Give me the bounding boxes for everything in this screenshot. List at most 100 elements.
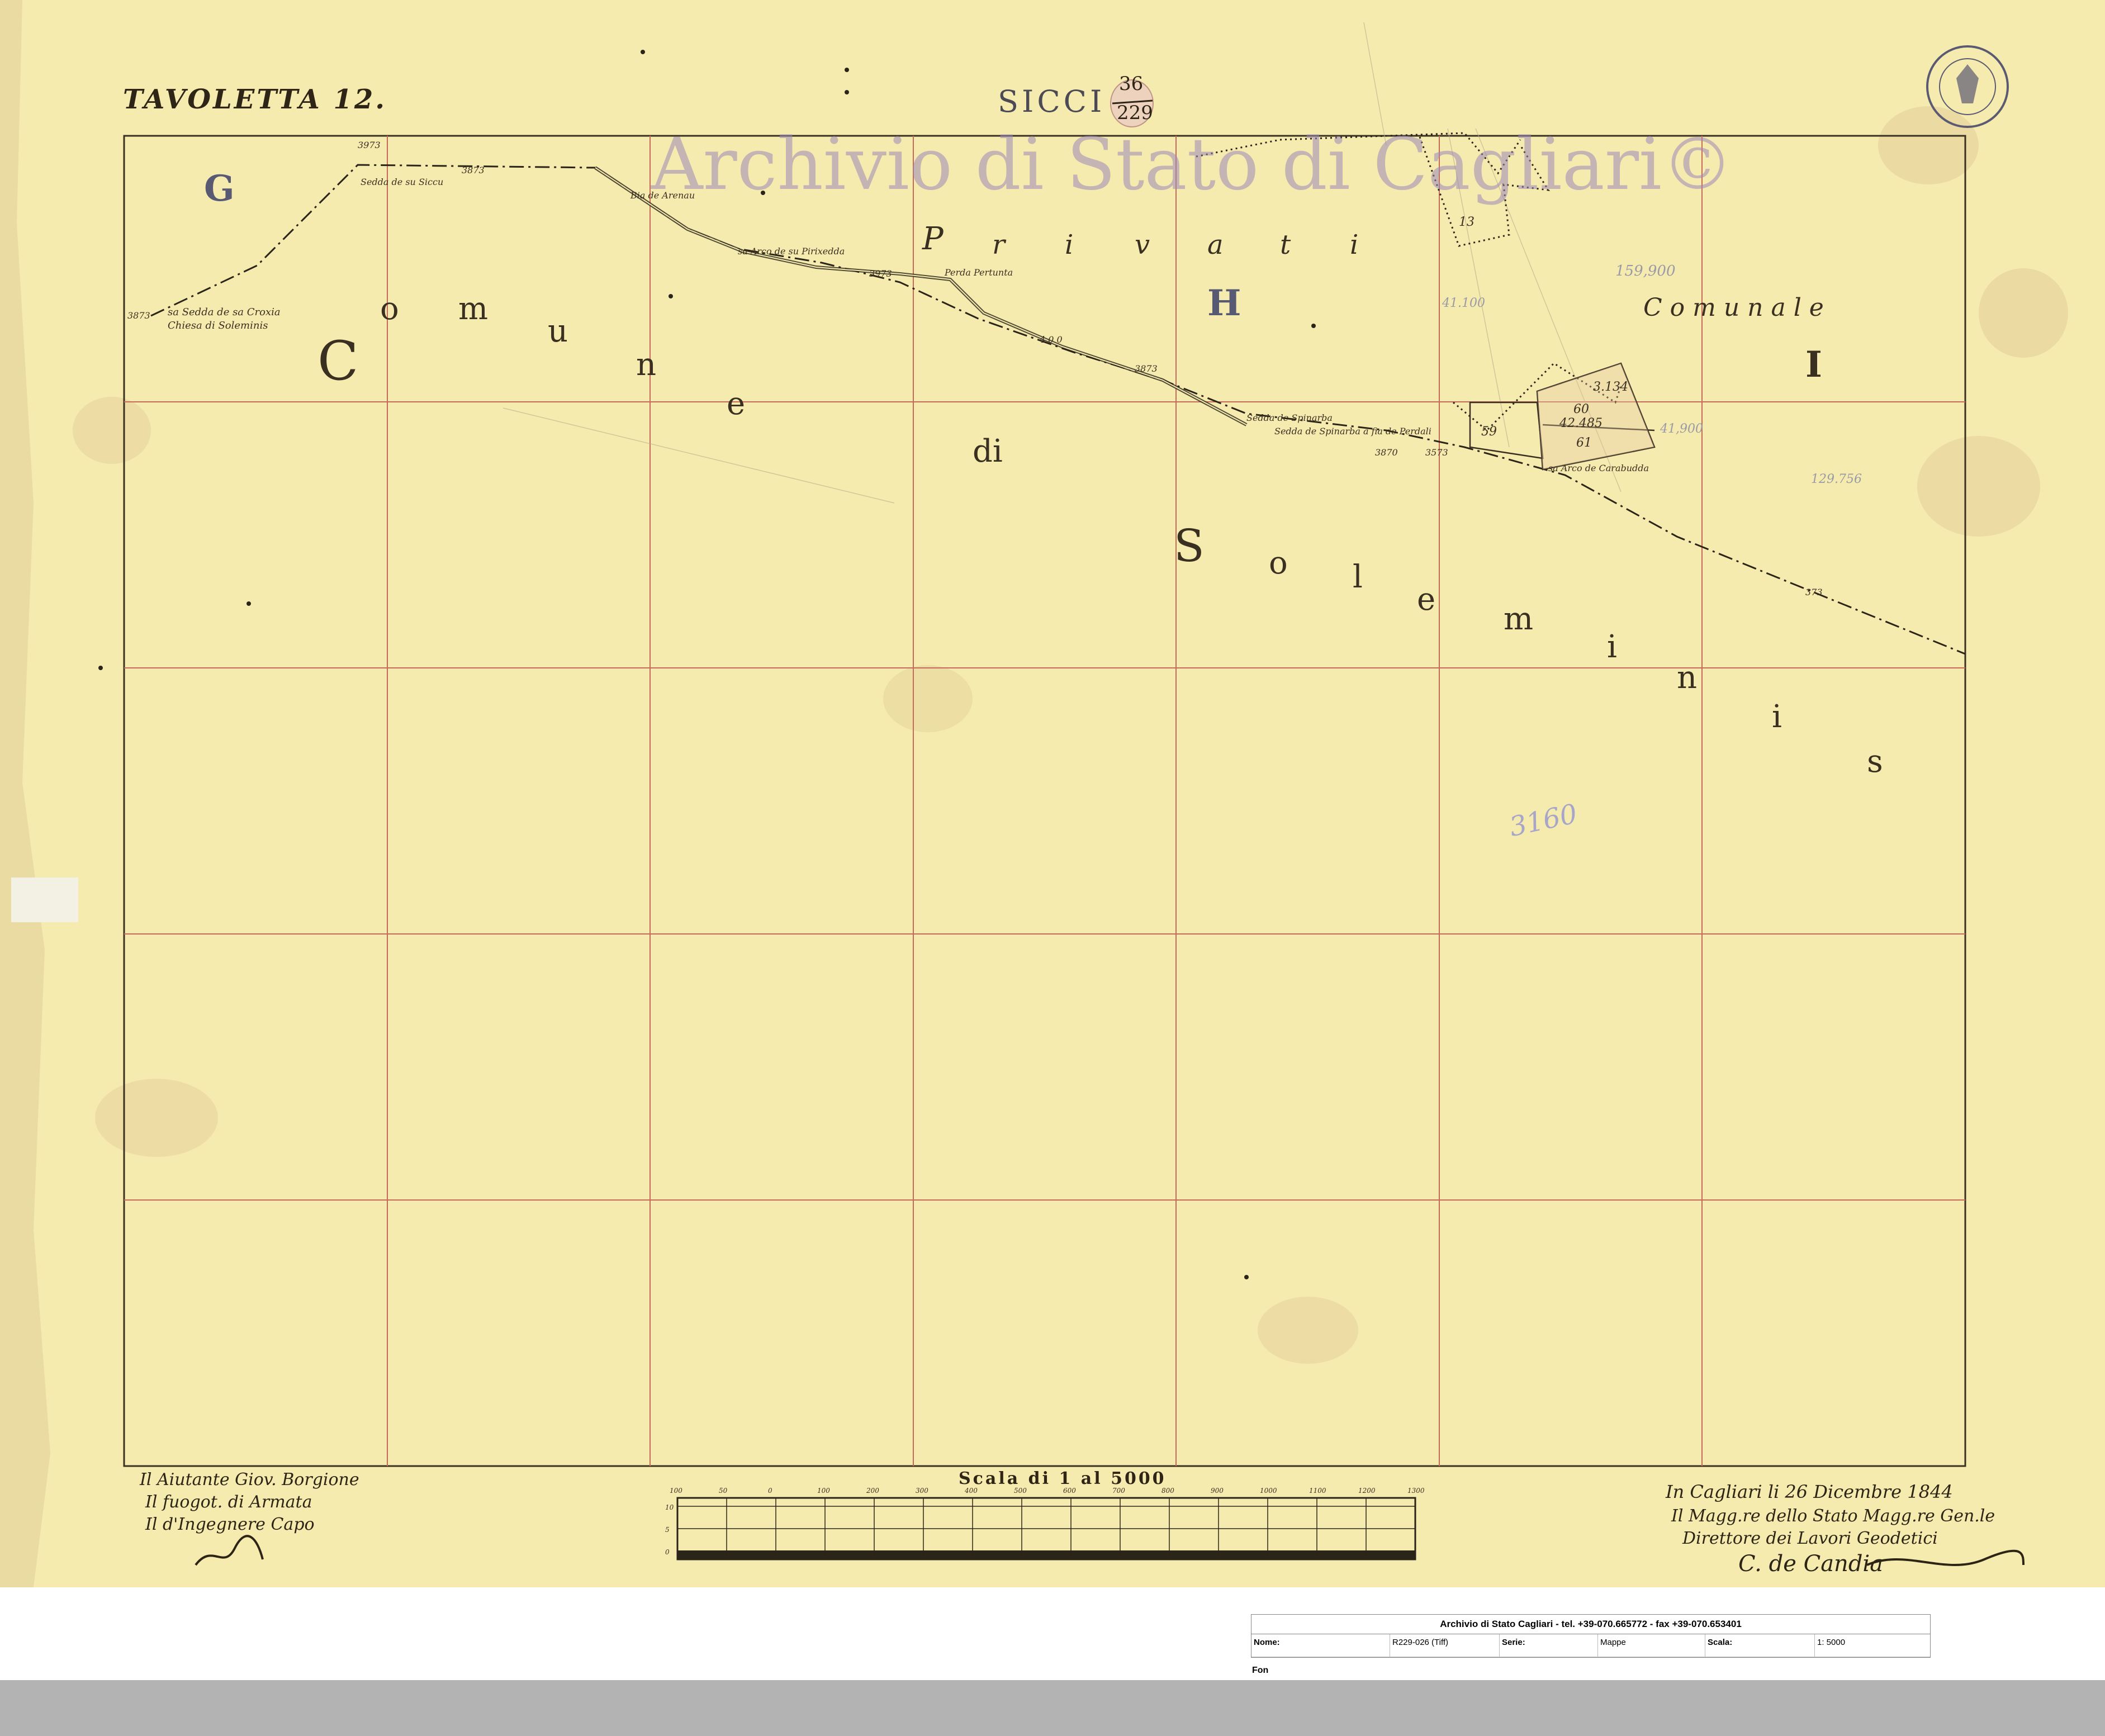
scale-side-mark: 5 bbox=[665, 1526, 670, 1534]
label-arco-carabudda: sa Arco de Carabudda bbox=[1548, 463, 1649, 473]
road-line-inner bbox=[595, 167, 1247, 425]
scale-tick-label: 200 bbox=[866, 1487, 879, 1495]
scale-tick-label: 1100 bbox=[1309, 1487, 1326, 1495]
sheet-number-top: 36 bbox=[1119, 73, 1144, 95]
scale-tick-label: 700 bbox=[1112, 1487, 1125, 1495]
pencil-number: 159,900 bbox=[1615, 263, 1676, 279]
parcel-number: 13 bbox=[1459, 215, 1475, 229]
scale-tick-label: 100 bbox=[817, 1487, 830, 1495]
scale-tick-label: 100 bbox=[670, 1487, 682, 1495]
label-privati-i: i bbox=[1065, 229, 1074, 260]
label-solemini-l: l bbox=[1353, 559, 1363, 595]
label-privati-t: t bbox=[1280, 229, 1291, 260]
label-chiesa: Chiesa di Soleminis bbox=[168, 320, 268, 331]
scale-tick-label: 50 bbox=[719, 1487, 728, 1495]
label-sedda-spinarba-2: Sedda de Spinarba a fia de Perdali bbox=[1274, 426, 1431, 437]
label-solemini-o: o bbox=[1269, 545, 1288, 581]
boundary-number: 373 bbox=[1805, 587, 1823, 597]
scale-bar bbox=[676, 1497, 1416, 1560]
viewer-bottom-bar bbox=[0, 1680, 2105, 1736]
label-privati-i2: i bbox=[1350, 229, 1359, 260]
pencil-number: 41.100 bbox=[1442, 296, 1485, 310]
archive-info-table: Archivio di Stato Cagliari - tel. +39-07… bbox=[1251, 1614, 1931, 1658]
region-code-h: H bbox=[1207, 282, 1241, 324]
boundary-number: 3573 bbox=[1425, 447, 1448, 458]
scale-tick-label: 800 bbox=[1161, 1487, 1174, 1495]
label-bia-arenau: Bia de Arenau bbox=[630, 190, 695, 201]
boundary-number: 3873 bbox=[462, 165, 485, 176]
archive-watermark: Archivio di Stato di Cagliari© bbox=[651, 123, 1733, 206]
boundary-number: 3973 bbox=[358, 140, 381, 150]
scale-tick-label: 500 bbox=[1014, 1487, 1027, 1495]
pencil-number: 41,900 bbox=[1660, 422, 1703, 436]
boundary-line bbox=[150, 164, 1966, 655]
scale-tick-label: 900 bbox=[1211, 1487, 1224, 1495]
signature-left-2: Il fuogot. di Armata bbox=[145, 1492, 312, 1512]
label-comune-o: o bbox=[380, 291, 399, 327]
scale-tick-label: 600 bbox=[1063, 1487, 1076, 1495]
serie-label: Serie: bbox=[1500, 1634, 1598, 1657]
sheet-number-bottom: 229 bbox=[1117, 102, 1153, 124]
scale-tick-label: 1000 bbox=[1260, 1487, 1277, 1495]
nome-label: Nome: bbox=[1251, 1634, 1390, 1657]
boundary-number: 3870 bbox=[1375, 447, 1398, 458]
label-privati-r: r bbox=[992, 229, 1005, 260]
label-privati-p: P bbox=[922, 221, 944, 257]
boundary-number: 3873 bbox=[127, 310, 150, 321]
label-privati-v: v bbox=[1135, 229, 1150, 260]
scale-title: Scala di 1 al 5000 bbox=[959, 1469, 1167, 1488]
label-comune-m: m bbox=[458, 291, 489, 327]
scala-value: 1: 5000 bbox=[1817, 1638, 1846, 1647]
scale-side-mark: 0 bbox=[665, 1548, 670, 1556]
boundary-number: 3973 bbox=[869, 268, 892, 279]
map-drawing bbox=[0, 0, 2068, 1587]
region-code-i: I bbox=[1805, 344, 1822, 386]
signature-scribble-left bbox=[195, 1535, 264, 1566]
label-solemini-s: S bbox=[1174, 520, 1205, 572]
scale-tick-label: 400 bbox=[965, 1487, 978, 1495]
scale-tick-label: 1300 bbox=[1407, 1487, 1425, 1495]
label-solemini-i2: i bbox=[1772, 699, 1782, 735]
label-solemini-e: e bbox=[1417, 581, 1436, 618]
boundary-number: 4 0 0 bbox=[1040, 334, 1063, 345]
scale-tick-label: 1200 bbox=[1358, 1487, 1376, 1495]
label-comune-u: u bbox=[548, 313, 568, 349]
label-sedda-spinarba: Sedda de Spinarba bbox=[1246, 412, 1333, 423]
road-line bbox=[594, 166, 1248, 426]
torn-edge bbox=[0, 0, 50, 1587]
paper-hole bbox=[11, 878, 78, 922]
signature-flourish-right bbox=[1866, 1549, 2025, 1566]
boundary-number: 3873 bbox=[1135, 363, 1158, 374]
tavoletta-title: TAVOLETTA 12. bbox=[123, 84, 387, 115]
label-comune-n: n bbox=[636, 347, 657, 383]
archive-info-header: Archivio di Stato Cagliari - tel. +39-07… bbox=[1251, 1615, 1930, 1634]
label-privati-a: a bbox=[1207, 229, 1224, 260]
label-arco-pirixedda: sa Arco de su Pirixedda bbox=[738, 246, 845, 257]
signature-right-1: In Cagliari li 26 Dicembre 1844 bbox=[1666, 1481, 1953, 1502]
sheet-name: SICCI bbox=[998, 84, 1106, 119]
parcel-number: 61 bbox=[1576, 436, 1592, 450]
archive-info-row: Nome: R229-026 (Tiff) Serie: Mappe Scala… bbox=[1251, 1634, 1930, 1657]
label-di: di bbox=[973, 433, 1003, 469]
label-solemini-s2: s bbox=[1867, 743, 1883, 780]
scale-tick-label: 300 bbox=[916, 1487, 928, 1495]
label-solemini-i: i bbox=[1607, 629, 1617, 665]
signature-right-2: Il Magg.re dello Stato Magg.re Gen.le bbox=[1671, 1506, 1995, 1526]
pencil-number: 129.756 bbox=[1811, 472, 1862, 486]
label-perda-pertunta: Perda Pertunta bbox=[945, 267, 1013, 278]
label-sedda-croxia: sa Sedda de sa Croxia bbox=[168, 306, 281, 318]
parcel-number: 3.134 bbox=[1593, 380, 1628, 394]
label-comune-c: C bbox=[317, 330, 359, 392]
scale-tick-label: 0 bbox=[768, 1487, 772, 1495]
scala-label: Scala: bbox=[1705, 1634, 1815, 1657]
signature-left-1: Il Aiutante Giov. Borgione bbox=[140, 1470, 359, 1490]
serie-value: Mappe bbox=[1598, 1634, 1705, 1657]
region-code-g: G bbox=[204, 168, 235, 210]
label-solemini-n: n bbox=[1677, 660, 1698, 696]
label-solemini-m: m bbox=[1504, 601, 1534, 637]
fondo-label: Fon bbox=[1252, 1666, 1269, 1675]
label-comunale: C o m u n a l e bbox=[1643, 293, 1824, 322]
scale-side-mark: 10 bbox=[665, 1503, 674, 1511]
label-comune-e: e bbox=[727, 386, 746, 422]
survey-points bbox=[98, 50, 1316, 1279]
